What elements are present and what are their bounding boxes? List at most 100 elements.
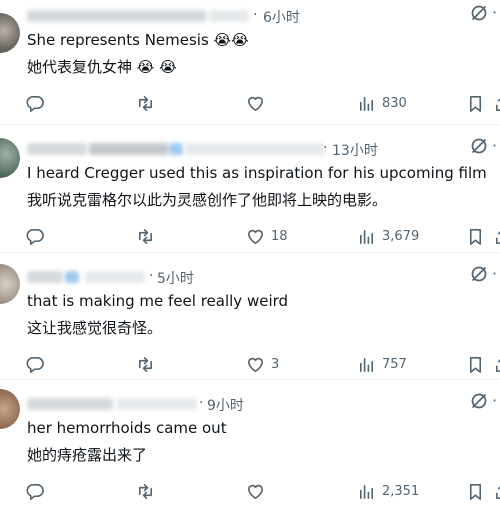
reply-button[interactable] <box>26 224 45 248</box>
views-chart-icon <box>359 96 374 111</box>
post-text-original: I heard Cregger used this as inspiration… <box>27 164 487 182</box>
post-divider <box>0 379 500 380</box>
reply-post[interactable]: · 9小时 · her hemorrhoids came out 她的痔疮露出来… <box>0 383 500 508</box>
verified-badge-icon <box>169 143 183 155</box>
meta-separator: · <box>253 7 258 23</box>
post-text-original: that is making me feel really weird <box>27 292 289 310</box>
bookmark-button[interactable] <box>466 224 485 248</box>
post-actions: 18 3,679 <box>0 224 500 248</box>
blurred-handle <box>117 398 197 410</box>
post-timestamp[interactable]: 6小时 <box>263 7 300 27</box>
views-count: 830 <box>382 95 407 111</box>
post-actions: 830 <box>0 91 500 115</box>
like-button[interactable]: 3 <box>246 352 279 376</box>
grok-icon[interactable] <box>469 264 491 286</box>
blurred-username <box>27 10 207 22</box>
avatar[interactable] <box>0 138 20 178</box>
views-count: 3,679 <box>382 228 420 244</box>
share-icon <box>495 230 500 244</box>
likes-count: 3 <box>271 356 280 372</box>
post-actions: 3 757 <box>0 352 500 376</box>
share-icon <box>495 358 500 372</box>
verified-badge-icon <box>65 271 79 283</box>
views-button[interactable]: 3,679 <box>357 224 419 248</box>
post-timestamp[interactable]: 5小时 <box>157 268 194 288</box>
share-button[interactable] <box>493 91 500 115</box>
more-options-icon[interactable]: · <box>492 264 498 283</box>
share-button[interactable] <box>493 479 500 503</box>
bookmark-icon <box>469 95 482 112</box>
reply-post[interactable]: · 13小时 · I heard Cregger used this as in… <box>0 128 500 253</box>
repost-icon <box>138 228 153 244</box>
reply-icon <box>26 483 44 500</box>
reply-post[interactable]: · 5小时 · that is making me feel really we… <box>0 256 500 381</box>
grok-icon[interactable] <box>469 3 491 25</box>
repost-icon <box>138 356 153 372</box>
post-text-original: She represents Nemesis 😭😭 <box>27 31 249 49</box>
meta-separator: · <box>323 140 328 156</box>
share-button[interactable] <box>493 224 500 248</box>
bookmark-button[interactable] <box>466 352 485 376</box>
reply-icon <box>26 228 44 245</box>
views-count: 757 <box>382 356 407 372</box>
more-options-icon[interactable]: · <box>492 3 498 22</box>
post-header: · 5小时 <box>27 268 347 288</box>
bookmark-icon <box>469 228 482 245</box>
blurred-handle <box>85 271 145 283</box>
post-text-translation: 她的痔疮露出来了 <box>27 446 148 464</box>
post-header: · 13小时 <box>27 140 378 159</box>
heart-icon <box>248 484 263 499</box>
post-text-translation: 我听说克雷格尔以此为灵感创作了他即将上映的电影。 <box>27 191 388 209</box>
views-button[interactable]: 757 <box>357 352 407 376</box>
blurred-username <box>89 143 169 155</box>
bookmark-button[interactable] <box>466 91 485 115</box>
avatar[interactable] <box>0 264 20 304</box>
views-button[interactable]: 2,351 <box>357 479 419 503</box>
meta-separator: · <box>199 395 204 411</box>
views-chart-icon <box>359 229 374 244</box>
grok-icon[interactable] <box>469 391 491 413</box>
reply-icon <box>26 356 44 373</box>
post-divider <box>0 252 500 253</box>
post-header: · 9小时 <box>27 395 347 415</box>
views-chart-icon <box>359 357 374 372</box>
post-timestamp[interactable]: 13小时 <box>332 140 378 160</box>
post-actions: 2,351 <box>0 479 500 503</box>
post-header: · 6小时 <box>27 7 347 27</box>
repost-button[interactable] <box>136 91 155 115</box>
post-divider <box>0 124 500 125</box>
avatar[interactable] <box>0 389 20 429</box>
views-chart-icon <box>359 484 374 499</box>
reply-icon <box>26 95 44 112</box>
bookmark-icon <box>469 483 482 500</box>
bookmark-button[interactable] <box>466 479 485 503</box>
more-options-icon[interactable]: · <box>492 136 498 155</box>
repost-button[interactable] <box>136 479 155 503</box>
reply-button[interactable] <box>26 352 45 376</box>
repost-button[interactable] <box>136 352 155 376</box>
bookmark-icon <box>469 356 482 373</box>
grok-icon[interactable] <box>469 136 491 158</box>
like-button[interactable] <box>246 91 265 115</box>
blurred-username <box>27 143 87 155</box>
views-count: 2,351 <box>382 483 420 499</box>
reply-button[interactable] <box>26 479 45 503</box>
share-icon <box>495 485 500 499</box>
heart-icon <box>248 357 263 372</box>
share-button[interactable] <box>493 352 500 376</box>
repost-icon <box>138 483 153 499</box>
post-timestamp[interactable]: 9小时 <box>207 395 244 415</box>
like-button[interactable]: 18 <box>246 224 288 248</box>
reply-button[interactable] <box>26 91 45 115</box>
post-text-original: her hemorrhoids came out <box>27 419 227 437</box>
reply-post[interactable]: · 6小时 · She represents Nemesis 😭😭 她代表复仇女… <box>0 0 500 120</box>
share-icon <box>495 97 500 111</box>
heart-icon <box>248 229 263 244</box>
blurred-username <box>27 271 63 283</box>
repost-icon <box>138 95 153 111</box>
like-button[interactable] <box>246 479 265 503</box>
more-options-icon[interactable]: · <box>492 391 498 410</box>
repost-button[interactable] <box>136 224 155 248</box>
avatar[interactable] <box>0 13 20 53</box>
views-button[interactable]: 830 <box>357 91 407 115</box>
